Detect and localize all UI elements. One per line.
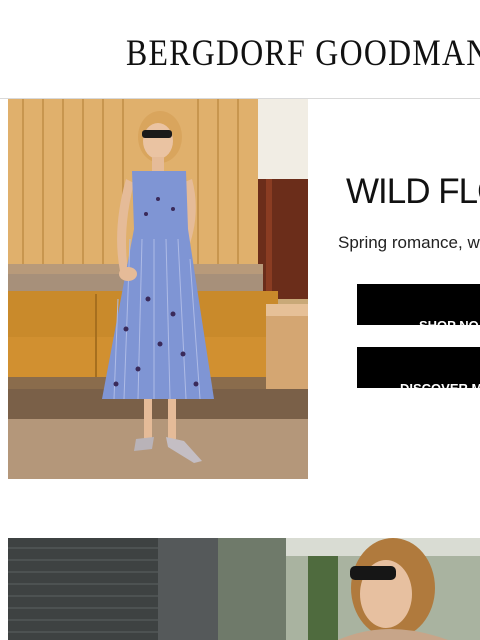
shop-now-button[interactable]: SHOP NO	[357, 284, 480, 333]
brand-logo[interactable]: BERGDORF GOODMAN	[126, 34, 480, 74]
secondary-promo-image[interactable]	[8, 538, 480, 640]
site-header: BERGDORF GOODMAN	[0, 0, 480, 99]
discover-more-label: DISCOVER M	[400, 380, 480, 396]
discover-more-button[interactable]: DISCOVER M	[357, 347, 480, 396]
shop-now-label: SHOP NO	[419, 317, 479, 333]
hero-subtitle: Spring romance, w	[338, 233, 480, 252]
hero-title: WILD FLO	[346, 172, 480, 211]
hero-image[interactable]	[8, 99, 308, 479]
